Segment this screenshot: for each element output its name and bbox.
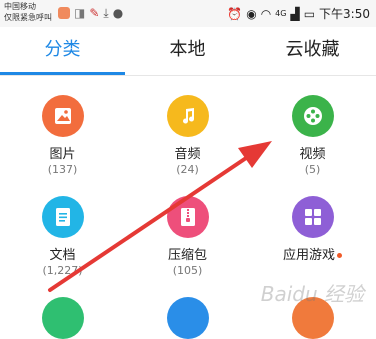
annotation-arrow: [48, 141, 272, 292]
